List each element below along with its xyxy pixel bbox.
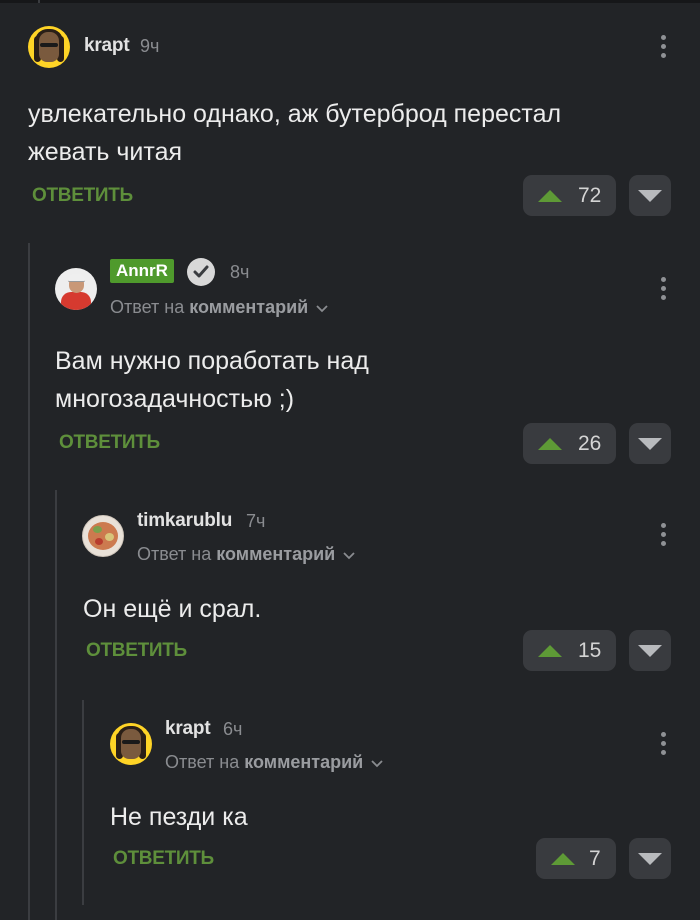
upvote-button[interactable]: 26	[523, 423, 616, 464]
downvote-icon	[638, 645, 662, 657]
top-bar	[0, 0, 700, 3]
vote-count: 7	[589, 847, 601, 870]
username[interactable]: timkarublu	[137, 510, 232, 532]
downvote-button[interactable]	[629, 423, 671, 464]
comment-time: 9ч	[140, 36, 160, 56]
upvote-icon	[538, 645, 562, 657]
comment-time: 8ч	[230, 262, 250, 282]
more-vertical-icon[interactable]	[661, 35, 667, 59]
chevron-down-icon	[371, 760, 383, 768]
avatar[interactable]	[82, 515, 124, 557]
comment-text: увлекательно однако, аж бутерброд перест…	[28, 100, 562, 166]
top-bar-tick	[38, 0, 40, 3]
reply-button[interactable]: ОТВЕТИТЬ	[32, 185, 133, 207]
comment-text: Он ещё и срал.	[83, 595, 262, 623]
comment-time: 6ч	[223, 719, 243, 739]
upvote-button[interactable]: 15	[523, 630, 616, 671]
reply-to-prefix: Ответ на	[110, 297, 185, 317]
upvote-button[interactable]: 7	[536, 838, 616, 879]
avatar[interactable]	[28, 26, 70, 68]
reply-to-link[interactable]: Ответ на комментарий	[165, 752, 383, 773]
chevron-down-icon	[343, 552, 355, 560]
reply-to-prefix: Ответ на	[165, 752, 240, 772]
thread-line-1[interactable]	[28, 243, 30, 920]
avatar[interactable]	[55, 268, 97, 310]
reply-to-prefix: Ответ на	[137, 544, 212, 564]
verified-check-icon	[187, 258, 215, 286]
reply-to-link[interactable]: Ответ на комментарий	[110, 297, 328, 318]
reply-to-target: комментарий	[189, 297, 309, 317]
downvote-icon	[638, 853, 662, 865]
downvote-button[interactable]	[629, 838, 671, 879]
downvote-button[interactable]	[629, 630, 671, 671]
username-badge[interactable]: AnnrR	[110, 259, 174, 283]
downvote-icon	[638, 438, 662, 450]
reply-button[interactable]: ОТВЕТИТЬ	[59, 432, 160, 454]
downvote-button[interactable]	[629, 175, 671, 216]
reply-to-link[interactable]: Ответ на комментарий	[137, 544, 355, 565]
username[interactable]: krapt	[165, 718, 211, 740]
downvote-icon	[638, 190, 662, 202]
upvote-icon	[551, 853, 575, 865]
chevron-down-icon	[316, 305, 328, 313]
avatar[interactable]	[110, 723, 152, 765]
upvote-icon	[538, 438, 562, 450]
comment-text: Вам нужно поработать над многозадачность…	[55, 347, 369, 413]
vote-count: 15	[578, 639, 602, 662]
reply-to-target: комментарий	[244, 752, 364, 772]
more-vertical-icon[interactable]	[661, 732, 667, 756]
upvote-button[interactable]: 72	[523, 175, 616, 216]
reply-to-target: комментарий	[216, 544, 336, 564]
upvote-icon	[538, 190, 562, 202]
thread-line-2[interactable]	[55, 490, 57, 920]
reply-button[interactable]: ОТВЕТИТЬ	[113, 848, 214, 870]
comment-text: Не пезди ка	[110, 803, 248, 831]
more-vertical-icon[interactable]	[661, 277, 667, 301]
comment-time: 7ч	[246, 511, 266, 531]
username[interactable]: krapt	[84, 35, 130, 57]
vote-count: 26	[578, 432, 602, 455]
thread-line-3[interactable]	[82, 700, 84, 905]
vote-count: 72	[578, 184, 602, 207]
more-vertical-icon[interactable]	[661, 523, 667, 547]
reply-button[interactable]: ОТВЕТИТЬ	[86, 640, 187, 662]
